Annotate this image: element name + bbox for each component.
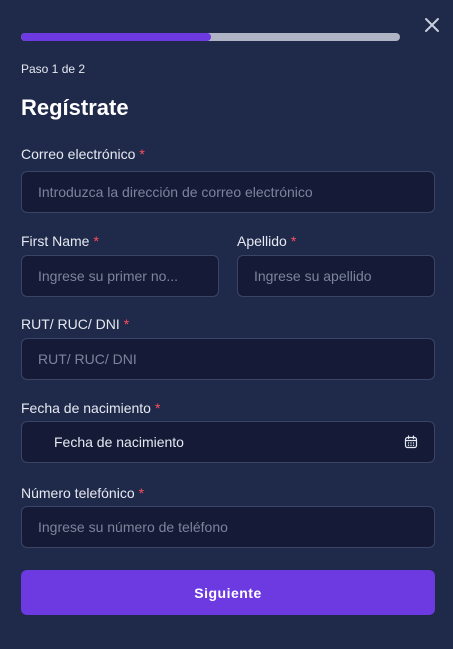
first-name-label: First Name * bbox=[21, 233, 99, 249]
phone-placeholder: Ingrese su número de teléfono bbox=[38, 519, 228, 535]
progress-bar bbox=[21, 33, 400, 41]
required-marker: * bbox=[154, 400, 161, 416]
phone-label: Número telefónico * bbox=[21, 485, 145, 501]
birthdate-value: Fecha de nacimiento bbox=[54, 434, 184, 450]
last-name-placeholder: Ingrese su apellido bbox=[254, 268, 372, 284]
id-number-field[interactable]: RUT/ RUC/ DNI bbox=[21, 338, 435, 380]
birthdate-field[interactable]: Fecha de nacimiento bbox=[21, 421, 435, 463]
required-marker: * bbox=[139, 146, 145, 162]
required-marker: * bbox=[290, 233, 297, 249]
email-field[interactable]: Introduzca la dirección de correo electr… bbox=[21, 171, 435, 213]
required-marker: * bbox=[93, 233, 99, 249]
email-label: Correo electrónico * bbox=[21, 146, 145, 162]
close-icon[interactable] bbox=[421, 14, 443, 36]
registration-modal: Paso 1 de 2 Regístrate Correo electrónic… bbox=[0, 0, 453, 649]
step-indicator: Paso 1 de 2 bbox=[21, 62, 86, 76]
first-name-field[interactable]: Ingrese su primer no... bbox=[21, 255, 219, 297]
email-placeholder: Introduzca la dirección de correo electr… bbox=[38, 184, 313, 200]
required-marker: * bbox=[138, 485, 145, 501]
first-name-placeholder: Ingrese su primer no... bbox=[38, 268, 179, 284]
phone-field[interactable]: Ingrese su número de teléfono bbox=[21, 506, 435, 548]
id-number-placeholder: RUT/ RUC/ DNI bbox=[38, 351, 137, 367]
last-name-label: Apellido * bbox=[237, 233, 297, 249]
id-number-label: RUT/ RUC/ DNI * bbox=[21, 316, 130, 332]
calendar-icon[interactable] bbox=[404, 435, 418, 449]
page-title: Regístrate bbox=[21, 95, 129, 120]
required-marker: * bbox=[123, 316, 130, 332]
last-name-field[interactable]: Ingrese su apellido bbox=[237, 255, 435, 297]
progress-bar-fill bbox=[21, 33, 211, 41]
next-button[interactable]: Siguiente bbox=[21, 570, 435, 615]
birthdate-label: Fecha de nacimiento * bbox=[21, 400, 161, 416]
